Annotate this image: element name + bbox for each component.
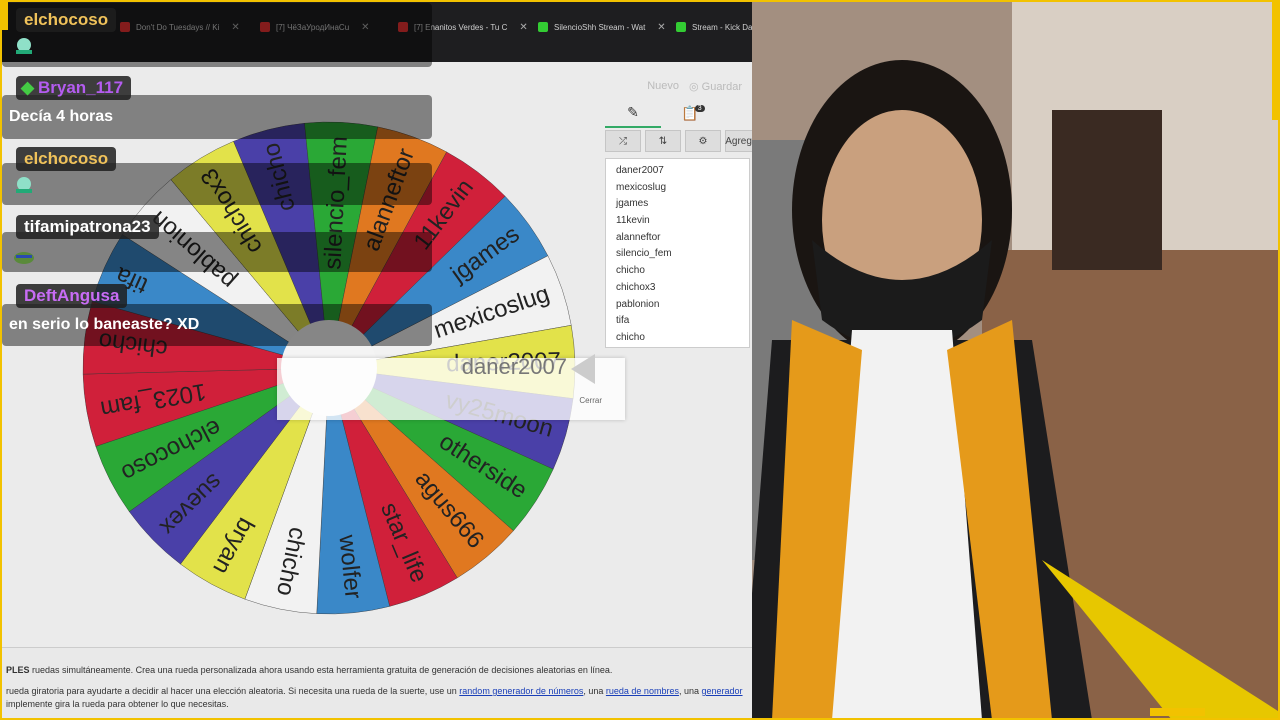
chat-username-text: Bryan_117 bbox=[38, 78, 124, 97]
winner-popup: daner2007 Cerrar bbox=[277, 354, 625, 420]
footer-text: rueda giratoria para ayudarte a decidir … bbox=[6, 686, 460, 696]
emote-icon bbox=[16, 38, 32, 54]
emote-icon bbox=[16, 177, 32, 193]
shuffle-icon: ⤮ bbox=[619, 135, 627, 147]
footer-line-1: PLES ruedas simultáneamente. Crea una ru… bbox=[6, 665, 612, 675]
winner-name: daner2007 bbox=[461, 354, 567, 379]
editor-toolbar: ⤮ ⇅ ⚙ Agregar bbox=[605, 130, 752, 152]
browser-tab-5[interactable]: Stream - Kick Das bbox=[676, 15, 752, 39]
webcam-feed bbox=[752, 0, 1280, 720]
streamer-webcam bbox=[752, 0, 1280, 720]
chat-username: DeftAngusa bbox=[16, 284, 128, 308]
page-footer: PLES ruedas simultáneamente. Crea una ru… bbox=[0, 647, 752, 720]
new-button[interactable]: Nuevo bbox=[647, 80, 679, 93]
footer-text: , una bbox=[583, 686, 606, 696]
shuffle-button[interactable]: ⤮ bbox=[605, 130, 641, 152]
kick-icon bbox=[676, 22, 686, 32]
chat-overlay: elchocoso ◆ Bryan_117 Decía 4 horas elch… bbox=[0, 0, 440, 360]
sort-button[interactable]: ⇅ bbox=[645, 130, 681, 152]
diamond-icon: ◆ bbox=[21, 78, 35, 97]
footer-text: ruedas simultáneamente. Crea una rueda p… bbox=[29, 665, 613, 675]
entries-editor: ✎ 📋 3 ⤮ ⇅ ⚙ Agregar daner2007 mexicoslug j… bbox=[605, 98, 752, 348]
entry-line: chicho bbox=[616, 265, 645, 277]
entry-line: chichox3 bbox=[616, 281, 656, 293]
generator-link[interactable]: generador bbox=[701, 686, 742, 696]
entry-line: chicho bbox=[616, 331, 645, 343]
chat-message: en serio lo baneaste? XD bbox=[9, 316, 200, 333]
chat-username: elchocoso bbox=[16, 8, 117, 32]
entry-line: tifa bbox=[616, 315, 630, 327]
entry-line: 11kevin bbox=[616, 215, 650, 227]
entry-line: jgames bbox=[616, 198, 649, 210]
gear-icon: ⚙ bbox=[698, 135, 708, 147]
entry-line: pablonion bbox=[616, 298, 660, 310]
tab-label: SilencioShh Stream - Wat bbox=[554, 22, 646, 32]
pointer-icon bbox=[571, 354, 595, 384]
footer-line-3: implemente gira la rueda para obtener lo… bbox=[6, 699, 229, 709]
tab-entries[interactable]: ✎ bbox=[605, 98, 661, 128]
save-label: Guardar bbox=[701, 81, 742, 93]
frog-emote-icon bbox=[14, 252, 34, 264]
name-wheel-link[interactable]: rueda de nombres bbox=[606, 686, 679, 696]
entry-line: daner2007 bbox=[616, 165, 664, 176]
top-buttons: Nuevo ◎ Guardar bbox=[647, 80, 742, 93]
entry-line: silencio_fem bbox=[616, 248, 672, 260]
results-badge: 3 bbox=[694, 104, 705, 112]
entry-line: mexicoslug bbox=[616, 181, 667, 193]
chat-username: ◆ Bryan_117 bbox=[16, 76, 132, 100]
close-button[interactable]: Cerrar bbox=[579, 396, 602, 405]
pencil-icon: ✎ bbox=[627, 103, 639, 120]
close-icon[interactable]: ✕ bbox=[657, 22, 665, 33]
footer-line-2: rueda giratoria para ayudarte a decidir … bbox=[6, 686, 743, 696]
chat-username: elchocoso bbox=[16, 147, 117, 171]
entries-textarea[interactable]: daner2007 mexicoslug jgames 11kevin alanneft… bbox=[605, 158, 750, 348]
chat-message: Decía 4 horas bbox=[9, 108, 114, 125]
browser-tab-4[interactable]: SilencioShh Stream - Wat ✕ bbox=[538, 15, 666, 39]
sort-icon: ⇅ bbox=[658, 135, 668, 147]
save-button[interactable]: ◎ Guardar bbox=[689, 80, 742, 93]
kick-icon bbox=[538, 22, 548, 32]
add-label: Agregar bbox=[725, 135, 752, 147]
entry-line: alanneftor bbox=[616, 231, 661, 243]
close-icon[interactable]: ✕ bbox=[519, 22, 527, 33]
add-button[interactable]: Agregar bbox=[725, 130, 752, 152]
tab-label: Stream - Kick Das bbox=[692, 22, 752, 32]
random-number-link[interactable]: random generador de números bbox=[459, 686, 583, 696]
footer-text: , una bbox=[678, 686, 702, 696]
settings-button[interactable]: ⚙ bbox=[685, 130, 721, 152]
footer-bold: PLES bbox=[6, 665, 30, 675]
chat-username: tifamipatrona23 bbox=[16, 215, 159, 239]
editor-tabs: ✎ 📋 3 bbox=[605, 98, 752, 128]
tab-results[interactable]: 📋 3 bbox=[665, 99, 721, 127]
